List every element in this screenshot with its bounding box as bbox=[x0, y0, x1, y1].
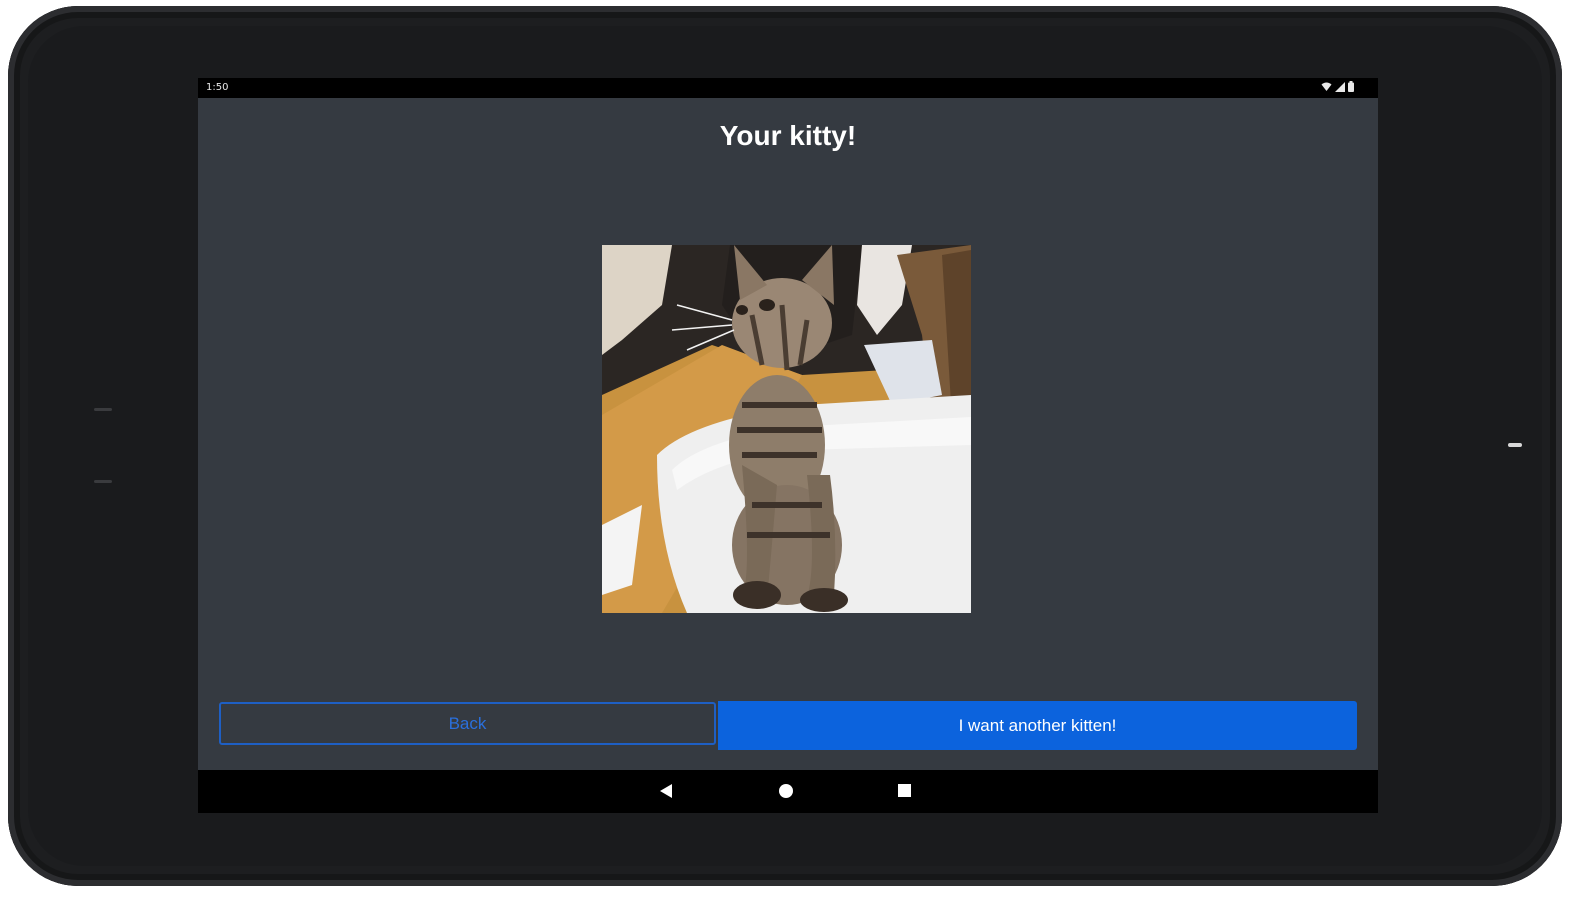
wifi-icon bbox=[1321, 82, 1332, 91]
status-bar: 1:50 bbox=[198, 78, 1378, 98]
back-button[interactable]: Back bbox=[219, 702, 716, 745]
nav-home-icon[interactable] bbox=[779, 784, 793, 798]
battery-icon bbox=[1348, 81, 1354, 92]
side-button-top bbox=[94, 408, 112, 411]
signal-icon bbox=[1335, 81, 1345, 92]
status-time: 1:50 bbox=[206, 82, 229, 93]
nav-recents-icon[interactable] bbox=[898, 784, 911, 797]
side-button-right bbox=[1508, 443, 1522, 447]
app-screen: 1:50 Your kitty! Back I want another kit… bbox=[198, 78, 1378, 813]
action-buttons: Back I want another kitten! bbox=[219, 701, 1357, 750]
system-nav-bar bbox=[198, 770, 1378, 813]
nav-back-icon[interactable] bbox=[660, 784, 672, 798]
another-kitten-button[interactable]: I want another kitten! bbox=[718, 701, 1357, 750]
status-icons bbox=[1321, 81, 1354, 92]
page-title: Your kitty! bbox=[719, 120, 857, 151]
side-button-bottom bbox=[94, 480, 112, 483]
kitten-photo bbox=[602, 245, 971, 613]
kitten-image bbox=[602, 245, 971, 613]
